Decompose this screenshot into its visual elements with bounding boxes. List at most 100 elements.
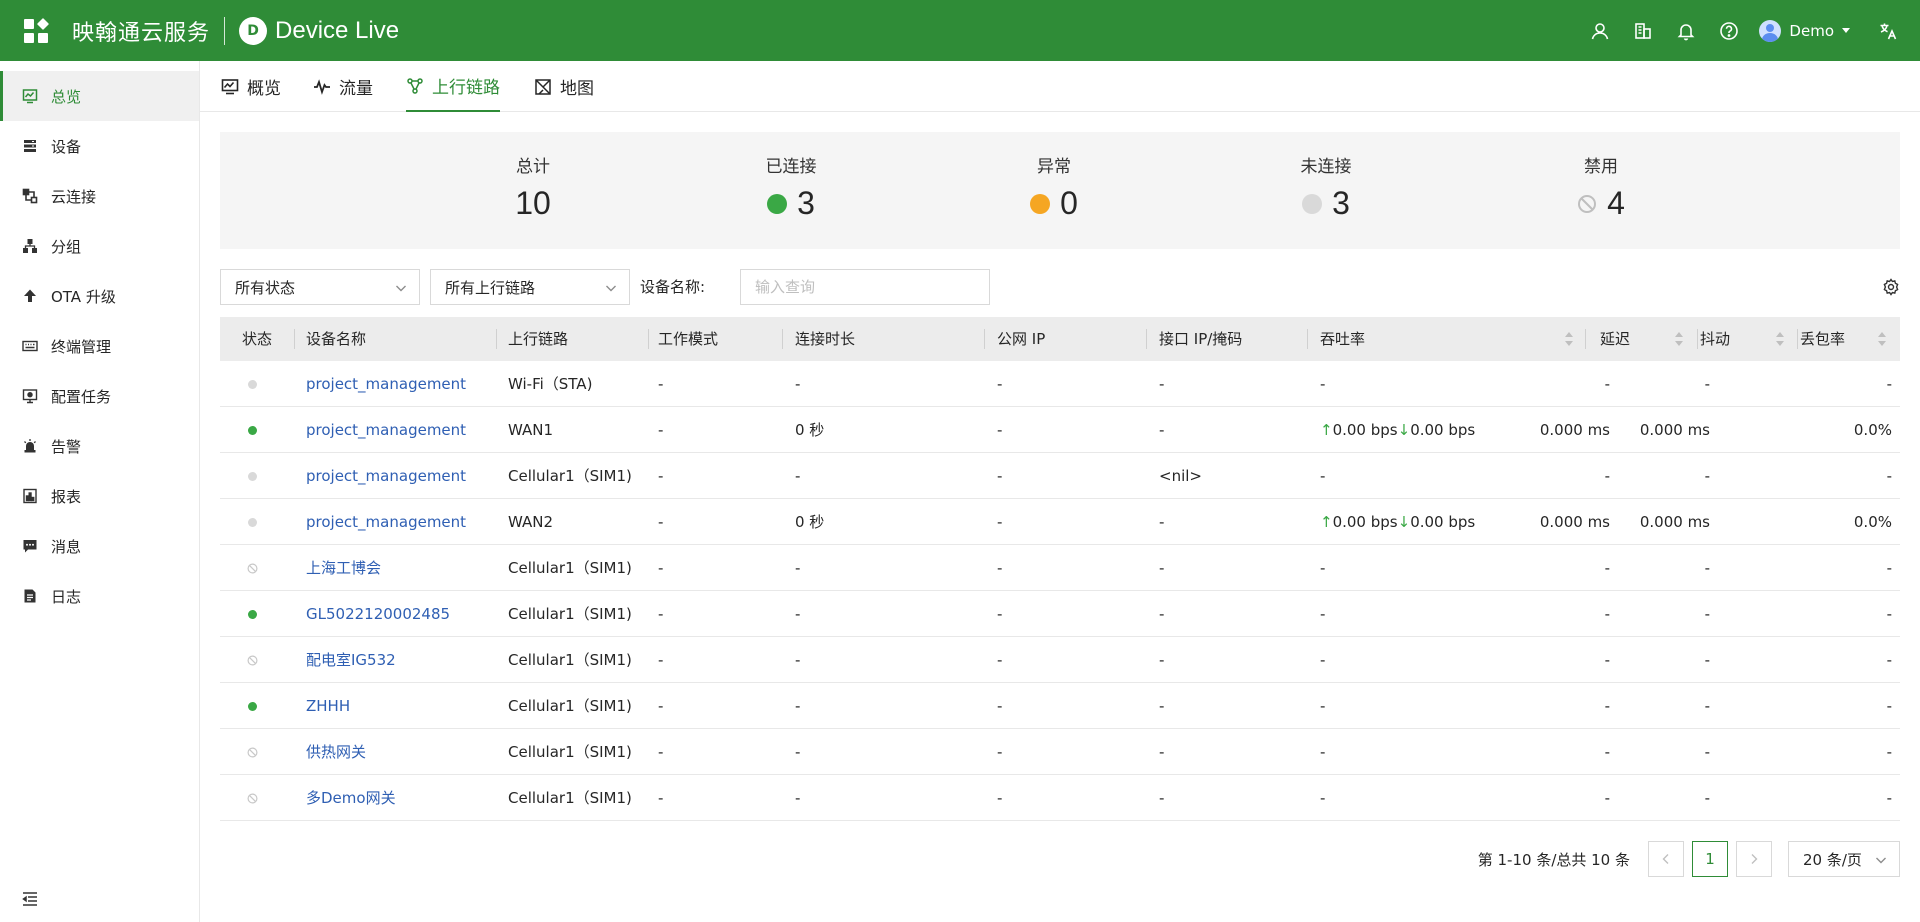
table-row[interactable]: 上海工博会 Cellular1（SIM1) - - - - - - - - <box>220 545 1900 591</box>
stat-value: 3 <box>797 185 815 221</box>
device-name-link[interactable]: project_management <box>306 499 466 545</box>
stat-abnormal: 异常 0 <box>984 152 1124 222</box>
sidebar-item-config-tasks[interactable]: 配置任务 <box>0 371 199 421</box>
prev-page-button[interactable] <box>1648 841 1684 877</box>
disabled-status-icon <box>247 655 258 666</box>
jitter-cell: - <box>1704 605 1710 623</box>
sort-icon[interactable] <box>1877 331 1887 347</box>
user-menu[interactable]: Demo <box>1759 19 1850 42</box>
connected-dot-icon <box>767 193 788 214</box>
device-name-link[interactable]: project_management <box>306 361 466 407</box>
page-size-select[interactable]: 20 条/页 <box>1788 841 1900 877</box>
chevron-down-icon <box>606 285 616 292</box>
sort-icon[interactable] <box>1564 331 1574 347</box>
uplink-cell: Cellular1（SIM1) <box>508 467 632 485</box>
packet-loss-cell: 0.0% <box>1853 421 1892 439</box>
table-row[interactable]: GL5022120002485 Cellular1（SIM1) - - - - - - - - <box>220 591 1900 637</box>
table-row[interactable]: project_management Wi-Fi（STA) - - - - - - - - <box>220 361 1900 407</box>
sidebar-item-terminals[interactable]: 终端管理 <box>0 321 199 371</box>
sidebar-item-groups[interactable]: 分组 <box>0 221 199 271</box>
device-name-link[interactable]: 供热网关 <box>306 729 366 775</box>
table-row[interactable]: project_management WAN2-0 秒 - - ↑0.00 bps↓0.… <box>220 499 1900 545</box>
column-header-latency[interactable]: 延迟 <box>1600 317 1660 361</box>
duration-cell: - <box>795 743 801 761</box>
table-row[interactable]: 多Demo网关 Cellular1（SIM1) - - - - - - - - <box>220 775 1900 821</box>
sidebar-item-reports[interactable]: 报表 <box>0 471 199 521</box>
bell-icon[interactable] <box>1674 19 1698 43</box>
latency-cell: - <box>1604 375 1610 393</box>
uplink-filter-select[interactable]: 所有上行链路 <box>430 269 630 305</box>
tab-traffic[interactable]: 流量 <box>313 61 373 112</box>
column-header-duration: 连接时长 <box>795 330 856 348</box>
organization-icon[interactable] <box>1631 19 1655 43</box>
table-row[interactable]: 供热网关 Cellular1（SIM1) - - - - - - - - <box>220 729 1900 775</box>
tab-uplink[interactable]: 上行链路 <box>406 61 500 112</box>
tab-overview[interactable]: 概览 <box>221 61 281 112</box>
tab-label: 流量 <box>339 79 373 99</box>
public-ip-cell: - <box>997 651 1003 669</box>
packet-loss-cell: - <box>1886 789 1892 807</box>
column-header-jitter[interactable]: 抖动 <box>1700 317 1760 361</box>
report-icon <box>21 487 39 505</box>
status-filter-value: 所有状态 <box>235 278 296 297</box>
status-filter-select[interactable]: 所有状态 <box>220 269 420 305</box>
table-row[interactable]: project_management Cellular1（SIM1) - - - <nil… <box>220 453 1900 499</box>
help-icon[interactable] <box>1717 19 1741 43</box>
next-page-button[interactable] <box>1736 841 1772 877</box>
translate-icon[interactable] <box>1876 19 1900 43</box>
sort-icon[interactable] <box>1775 331 1785 347</box>
tab-bar: 概览 流量 上行链路 地图 <box>200 61 1920 112</box>
uplink-summary-panel: 总计 10 已连接 3 异常 0 未连接 3 禁用 4 <box>220 132 1900 249</box>
device-name-link[interactable]: 多Demo网关 <box>306 775 396 821</box>
caret-down-icon <box>1842 28 1850 33</box>
table-row[interactable]: project_management WAN1-0 秒 - - ↑0.00 bps↓0.… <box>220 407 1900 453</box>
device-name-link[interactable]: GL5022120002485 <box>306 591 450 637</box>
public-ip-cell: - <box>997 789 1003 807</box>
throughput-cell: - <box>1320 467 1326 485</box>
device-name-link[interactable]: 配电室IG532 <box>306 637 396 683</box>
packet-loss-cell: - <box>1886 605 1892 623</box>
sidebar-item-ota[interactable]: OTA 升级 <box>0 271 199 321</box>
column-divider <box>984 329 985 349</box>
stat-value: 3 <box>1332 185 1350 221</box>
sidebar-item-devices[interactable]: 设备 <box>0 121 199 171</box>
sidebar-item-label: 配置任务 <box>51 387 112 406</box>
sidebar-item-cloud-connect[interactable]: 云连接 <box>0 171 199 221</box>
device-name-link[interactable]: project_management <box>306 407 466 453</box>
jitter-cell: 0.000 ms <box>1639 421 1710 439</box>
tab-map[interactable]: 地图 <box>534 61 594 112</box>
uplink-table: 状态 设备名称 上行链路 工作模式 连接时长 公网 IP 接口 IP/掩码 吞吐… <box>220 317 1900 821</box>
app-launcher-button[interactable] <box>0 0 72 61</box>
stat-value: 0 <box>1060 185 1078 221</box>
work-mode-cell: - <box>658 743 664 761</box>
public-ip-cell: - <box>997 421 1003 439</box>
user-profile-icon[interactable] <box>1588 19 1612 43</box>
work-mode-cell: - <box>658 375 664 393</box>
packet-loss-cell: 0.0% <box>1853 513 1892 531</box>
page-1-button[interactable]: 1 <box>1692 841 1728 877</box>
interface-ip-cell: - <box>1159 651 1165 669</box>
device-name-link[interactable]: ZHHH <box>306 683 350 729</box>
throughput-cell: - <box>1320 651 1326 669</box>
device-name-link[interactable]: project_management <box>306 453 466 499</box>
device-icon <box>21 137 39 155</box>
table-row[interactable]: 配电室IG532 Cellular1（SIM1) - - - - - - - - <box>220 637 1900 683</box>
device-name-link[interactable]: 上海工博会 <box>306 545 381 591</box>
sidebar-item-messages[interactable]: 消息 <box>0 521 199 571</box>
sidebar-item-alarms[interactable]: 告警 <box>0 421 199 471</box>
public-ip-cell: - <box>997 697 1003 715</box>
table-row[interactable]: ZHHH Cellular1（SIM1) - - - - - - - - <box>220 683 1900 729</box>
sort-icon[interactable] <box>1674 331 1684 347</box>
collapse-sidebar-icon[interactable] <box>21 890 39 908</box>
column-header-throughput[interactable]: 吞吐率 <box>1320 317 1365 361</box>
column-header-packet-loss[interactable]: 丢包率 <box>1800 317 1864 361</box>
sidebar-item-logs[interactable]: 日志 <box>0 571 199 621</box>
sidebar-item-overview[interactable]: 总览 <box>0 71 199 121</box>
sidebar-item-label: 日志 <box>51 587 82 606</box>
throughput-up: 0.00 bps <box>1332 421 1398 439</box>
uplink-cell: Cellular1（SIM1) <box>508 651 632 669</box>
gear-icon[interactable] <box>1882 278 1900 296</box>
duration-cell: 0 秒 <box>795 513 825 531</box>
device-name-search-input[interactable] <box>740 269 990 305</box>
packet-loss-cell: - <box>1886 743 1892 761</box>
